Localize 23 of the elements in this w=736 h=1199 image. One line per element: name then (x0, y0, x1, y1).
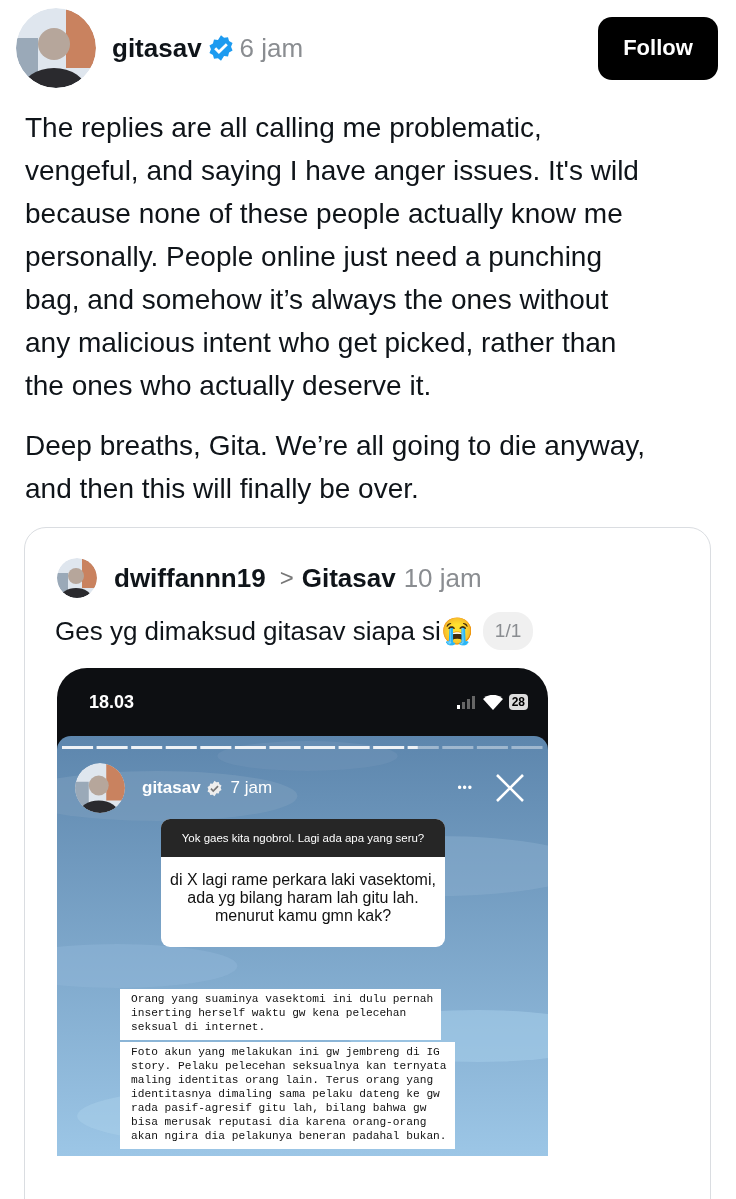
wifi-icon (482, 694, 503, 710)
typewriter-text-block: Foto akun yang melakukan ini gw jembreng di IG story. Pelaku pelecehan seksualnya kan ternyata maling identitas orang lain. Terus orang yang identitasnya dimaling sama pelaku dateng ke gw rada pasif-agresif gitu lah, bilang bahwa gw bisa merusak reputasi dia karena orang-orang akan ngira dia pelakunya beneran padahal bukan. (120, 1042, 455, 1149)
quoted-post-card[interactable] (24, 527, 711, 1199)
post-text: The replies are all calling me problematic, vengeful, and saying I have anger issues. It's wild because none of these people actually know me personally. People online just need a punching bag, and somehow it’s always the ones without any malicious intent who get picked, rather than the ones who actually deserve it. (25, 111, 640, 403)
image-counter: 1/1 (482, 612, 534, 650)
status-time: 18.03 (89, 691, 135, 713)
question-prompt: Yok gaes kita ngobrol. Lagi ada apa yang seru? (161, 819, 445, 857)
author-name[interactable]: dwiffannn19 (114, 562, 266, 594)
post-time: 6 jam (239, 32, 304, 64)
signal-icon (456, 695, 477, 709)
post-time: 10 jam (403, 562, 482, 594)
reply-arrow: > (279, 564, 294, 592)
author-name[interactable]: gitasav (112, 32, 202, 64)
follow-button[interactable]: Follow (598, 16, 718, 80)
avatar (57, 558, 97, 598)
post-text: Deep breaths, Gita. We’re all going to die anyway, and then this will finally be over. (25, 429, 645, 506)
question-answer: di X lagi rame perkara laki vasektomi, ada yg bilang haram lah gitu lah. menurut kamu gmn kak? (169, 870, 437, 926)
battery-level: 28 (508, 694, 528, 710)
close-icon[interactable] (495, 773, 525, 803)
typewriter-text-block: Orang yang suaminya vasektomi ini dulu pernah inserting herself waktu gw kena pelecehan seksual di internet. (120, 989, 442, 1040)
reply-to-name[interactable]: Gitasav (301, 562, 396, 594)
quoted-text: Ges yg dimaksud gitasav siapa si😭 (55, 615, 473, 647)
story-time: 7 jam (230, 778, 273, 798)
